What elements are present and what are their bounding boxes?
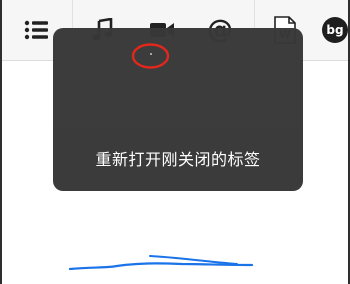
bg-button[interactable]: bg xyxy=(315,0,350,60)
list-icon xyxy=(24,20,48,40)
tooltip-text: 重新打开刚关闭的标签 xyxy=(95,150,261,169)
tooltip: 重新打开刚关闭的标签 xyxy=(53,28,303,191)
window-frame: @ W bg 重新打开刚关闭的标签 xyxy=(0,0,350,284)
bg-badge-icon: bg xyxy=(322,17,348,43)
cursor-highlight-ring xyxy=(131,43,170,69)
ink-stroke xyxy=(68,255,254,271)
page-content: @ W bg 重新打开刚关闭的标签 xyxy=(2,0,348,284)
